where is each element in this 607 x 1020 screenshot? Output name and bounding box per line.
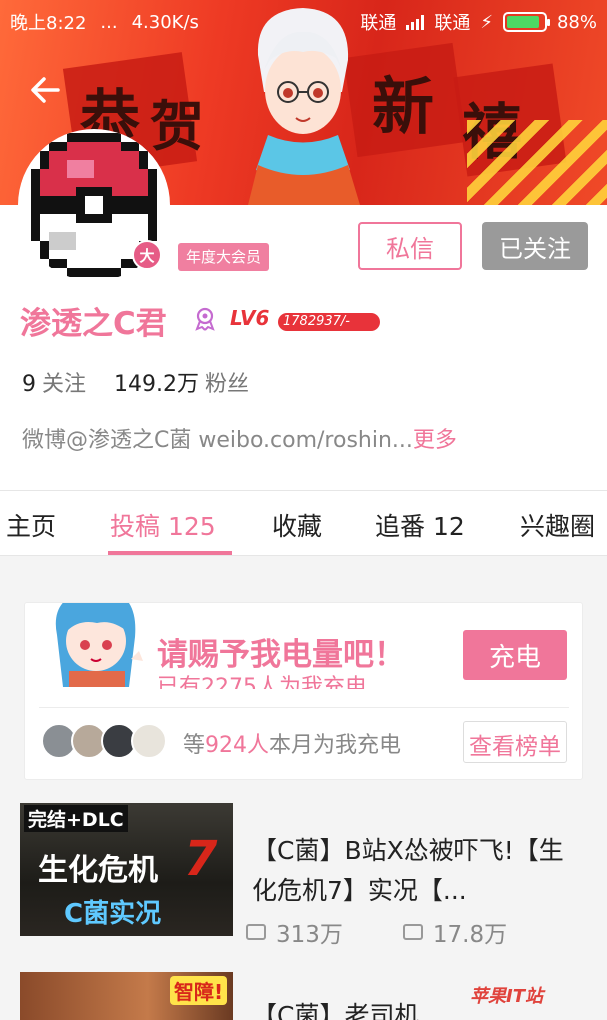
tab-bangumi[interactable]: 追番 12	[375, 507, 465, 543]
view-ranking-button[interactable]: 查看榜单	[463, 721, 567, 763]
charge-button[interactable]: 充电	[463, 630, 567, 680]
video-thumbnail[interactable]: 智障!	[20, 972, 233, 1020]
charge-count-prefix: 等	[183, 733, 206, 758]
back-arrow-icon[interactable]	[26, 70, 66, 110]
tab-favorites[interactable]: 收藏	[272, 507, 322, 543]
tab-interest-circle[interactable]: 兴趣圈	[520, 507, 595, 543]
bio-text: 微博@渗透之C菌 weibo.com/roshin...	[22, 428, 413, 453]
watermark: 苹果IT站	[470, 986, 543, 1007]
message-button[interactable]: 私信	[358, 222, 462, 270]
charge-count-number: 924人	[205, 733, 270, 758]
signal-icon	[406, 14, 425, 30]
active-tab-indicator	[108, 551, 232, 555]
battery-icon	[502, 12, 550, 32]
charge-card: 请赐予我电量吧！ 已有2275人为我充电 充电 等924人本月为我充电 查看榜单	[24, 602, 583, 780]
username: 渗透之C君	[20, 306, 167, 342]
status-carrier-1: 联通	[360, 13, 397, 34]
video-title[interactable]: 【C菌】B站X怂被吓飞!【生化危机7】实况【...	[252, 831, 582, 911]
status-bar: 晚上8:22 ... 4.30K/s 联通 联通 ⚡ 88%	[0, 0, 607, 44]
danmaku-icon	[402, 924, 423, 940]
mascot-illustration	[55, 603, 143, 687]
banner-stripes	[467, 120, 607, 205]
status-battery-text: 88%	[556, 11, 597, 33]
follow-button[interactable]: 已关注	[482, 222, 588, 270]
status-time: 晚上8:22	[10, 13, 87, 34]
charge-count-suffix: 本月为我充电	[269, 733, 402, 758]
thumb-title: 生化危机	[38, 853, 158, 888]
video-item[interactable]: 完结+DLC 生化危机 7 C菌实况 【C菌】B站X怂被吓飞!【生化危机7】实况…	[0, 803, 607, 963]
divider	[39, 707, 569, 708]
charging-icon: ⚡	[480, 11, 493, 33]
tab-home[interactable]: 主页	[6, 507, 56, 543]
fans-count: 149.2万	[114, 372, 199, 397]
video-thumbnail[interactable]: 完结+DLC 生化危机 7 C菌实况	[20, 803, 233, 936]
tab-uploads[interactable]: 投稿 125	[110, 507, 216, 543]
fans-stat[interactable]: 149.2万 粉丝	[114, 366, 249, 398]
status-dots: ...	[100, 11, 118, 33]
charge-subtitle: 已有2275人为我充电	[157, 675, 367, 689]
exp-bar: 1782937/-	[278, 313, 380, 331]
status-carrier-2: 联通	[434, 13, 471, 34]
play-count-icon	[246, 924, 266, 940]
following-count: 9	[22, 372, 36, 397]
following-stat[interactable]: 9 关注	[22, 366, 86, 398]
bio-more-link[interactable]: 更多	[413, 428, 457, 453]
charge-count-text: 等924人本月为我充电	[183, 727, 401, 759]
bio[interactable]: 微博@渗透之C菌 weibo.com/roshin...更多	[22, 422, 457, 454]
video-meta: 313万 17.8万	[246, 915, 507, 949]
stats-row: 9 关注 149.2万 粉丝	[22, 366, 249, 398]
banner-char-3: 新	[372, 70, 435, 143]
tab-bar: 主页 投稿 125 收藏 追番 12 兴趣圈	[0, 490, 607, 556]
play-count: 313万	[276, 922, 343, 948]
level-badge: LV6	[230, 306, 270, 330]
charger-avatar	[131, 723, 167, 759]
danmaku-count: 17.8万	[432, 922, 508, 948]
thumb-number: 7	[184, 831, 218, 887]
vip-tag[interactable]: 年度大会员	[178, 243, 270, 271]
avatar-badge: 大	[132, 240, 162, 270]
charger-avatars[interactable]	[41, 723, 167, 759]
thumb-tag: 智障!	[170, 976, 228, 1005]
fans-label: 粉丝	[205, 372, 250, 397]
thumb-subtitle: C菌实况	[64, 899, 162, 929]
charge-title: 请赐予我电量吧！	[157, 637, 405, 673]
certification-icon[interactable]	[192, 306, 218, 332]
following-label: 关注	[42, 372, 87, 397]
thumb-tag: 完结+DLC	[24, 805, 128, 832]
status-network-speed: 4.30K/s	[131, 11, 199, 33]
